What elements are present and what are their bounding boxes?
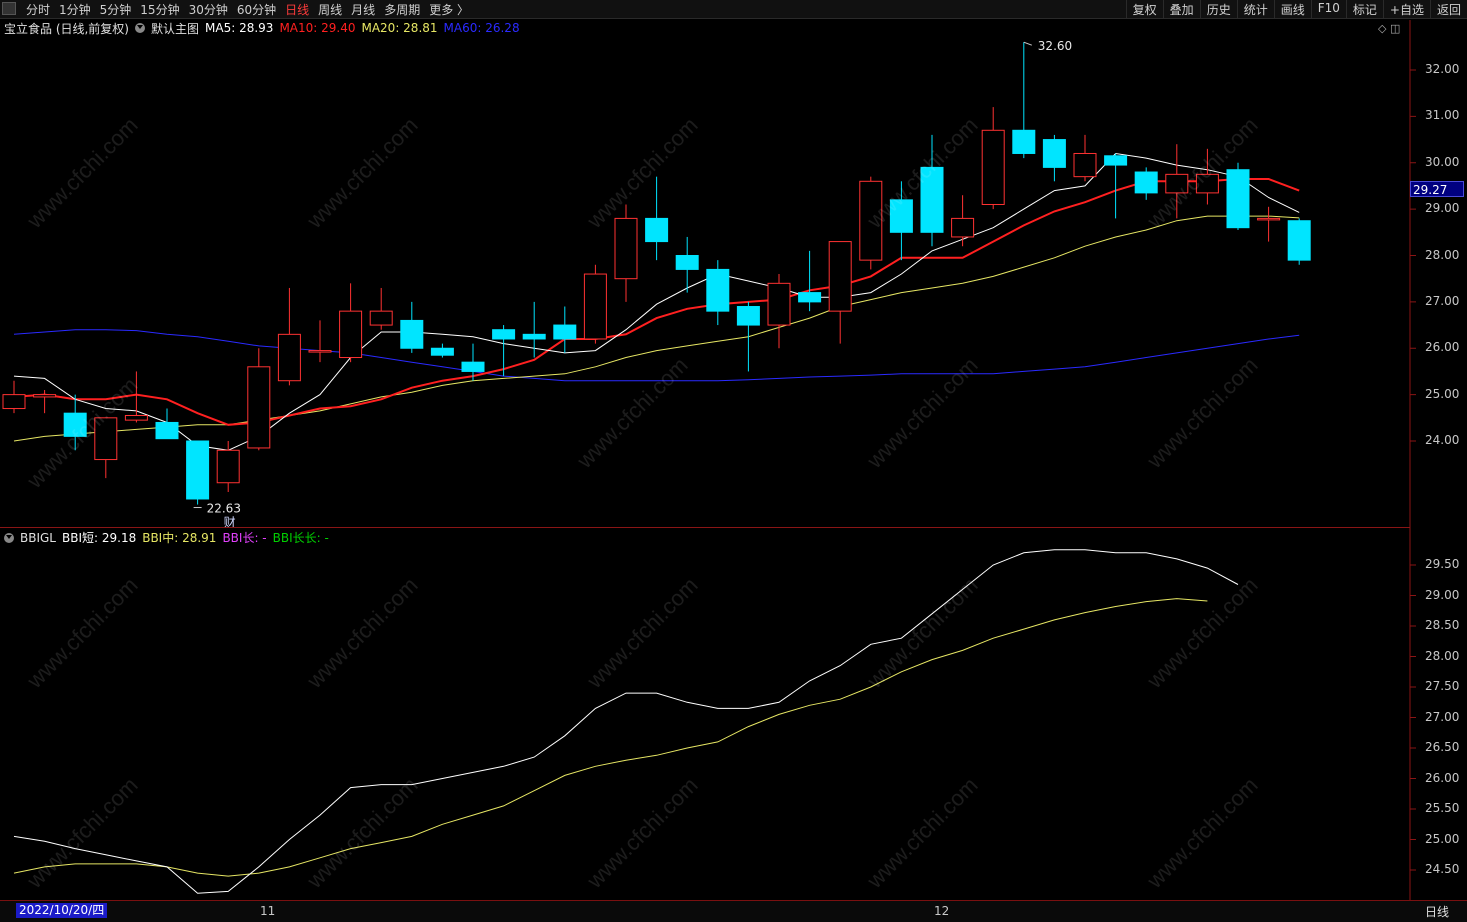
candle-up [767, 282, 791, 326]
candle-up [614, 217, 638, 280]
candle-down [1287, 220, 1311, 261]
bbi-short-line [13, 549, 1239, 894]
candle-up [339, 310, 363, 359]
indicator-name[interactable]: BBIGL [20, 531, 56, 545]
start-date: 2022/10/20/四 [16, 903, 108, 918]
price-axis-label: 27.00 [1425, 293, 1460, 308]
candle-down [706, 268, 730, 312]
candle-down [553, 324, 577, 340]
kline-chart[interactable]: 32.6022.63财 [0, 0, 1467, 921]
candle-up [1257, 217, 1281, 221]
candle-down [889, 199, 913, 233]
candle-down [492, 329, 516, 340]
bbi-mid-line [13, 598, 1208, 877]
candle-down [736, 306, 760, 326]
candle-up [583, 273, 607, 340]
candle-down [675, 255, 699, 270]
candle-up [33, 394, 57, 398]
candle-up [1195, 173, 1219, 194]
month-tick-11: 11 [260, 904, 276, 918]
candle-down [430, 347, 454, 356]
sub-info-bar: BBIGL BBI短: 29.18 BBI中: 28.91 BBI长: - BB… [4, 529, 335, 546]
sub-axis-label: 24.50 [1425, 862, 1460, 876]
pane-divider [0, 527, 1410, 528]
price-axis-label: 32.00 [1425, 62, 1460, 76]
price-axis-label: 31.00 [1425, 108, 1460, 123]
candle-up [1073, 152, 1097, 178]
bbi-mid-label: BBI中: 28.91 [142, 531, 217, 545]
candle-up [216, 449, 240, 484]
candle-down [1042, 139, 1066, 168]
candle-up [859, 180, 883, 261]
sub-axis-label: 28.00 [1425, 648, 1460, 663]
candle-down [1104, 155, 1128, 166]
price-axis-label: 28.00 [1425, 247, 1460, 262]
candle-down [461, 361, 485, 372]
candle-down [645, 217, 669, 243]
price-axis-label: 26.00 [1425, 340, 1460, 355]
sub-axis-label: 27.00 [1425, 709, 1460, 724]
ma60-line [13, 329, 1300, 382]
high-marker-arrow [1023, 41, 1032, 46]
sub-axis-label: 29.50 [1425, 557, 1460, 571]
candle-up [94, 417, 118, 461]
candle-up [369, 310, 393, 326]
candle-up [981, 129, 1005, 205]
candle-up [308, 350, 332, 353]
sub-axis-label: 28.50 [1425, 618, 1460, 632]
candle-up [124, 414, 148, 421]
price-axis-label: 24.00 [1425, 433, 1460, 447]
candle-down [1012, 129, 1036, 154]
candle-up [2, 394, 26, 410]
price-axis-label: 30.00 [1425, 154, 1460, 169]
high-marker-label: 32.60 [1038, 39, 1072, 53]
sub-axis-label: 29.00 [1425, 587, 1460, 602]
candle-down [400, 319, 424, 349]
candle-up [247, 366, 271, 449]
sub-axis-label: 26.50 [1425, 740, 1460, 754]
candle-down [1226, 169, 1250, 229]
candle-down [155, 421, 179, 440]
candle-down [186, 440, 210, 500]
sub-axis-label: 26.00 [1425, 770, 1460, 785]
candle-up [1165, 173, 1189, 194]
candle-down [522, 333, 546, 340]
price-axis-label: 25.00 [1425, 386, 1460, 401]
candle-down [920, 166, 944, 233]
candle-up [828, 241, 852, 312]
period-label[interactable]: 日线 [1425, 903, 1449, 920]
price-axis-label: 29.00 [1425, 201, 1460, 216]
candle-up [951, 217, 975, 238]
current-price-tag: 29.27 [1410, 181, 1464, 197]
sub-axis-label: 25.50 [1425, 801, 1460, 815]
sub-axis-label: 27.50 [1425, 679, 1460, 693]
candle-down [1134, 171, 1158, 194]
bbi-longlong-label: BBI长长: - [272, 531, 329, 545]
month-tick-12: 12 [934, 904, 950, 918]
candle-down [798, 292, 822, 303]
indicator-dropdown-icon[interactable] [4, 532, 14, 543]
low-marker-label: 22.63 [207, 502, 241, 516]
time-axis-bar: 2022/10/20/四 11 12 日线 [0, 900, 1467, 922]
candle-down [63, 412, 87, 437]
bbi-short-label: BBI短: 29.18 [62, 531, 137, 545]
sub-axis-label: 25.00 [1425, 831, 1460, 846]
bbi-long-label: BBI长: - [222, 531, 267, 545]
candle-up [277, 333, 301, 382]
